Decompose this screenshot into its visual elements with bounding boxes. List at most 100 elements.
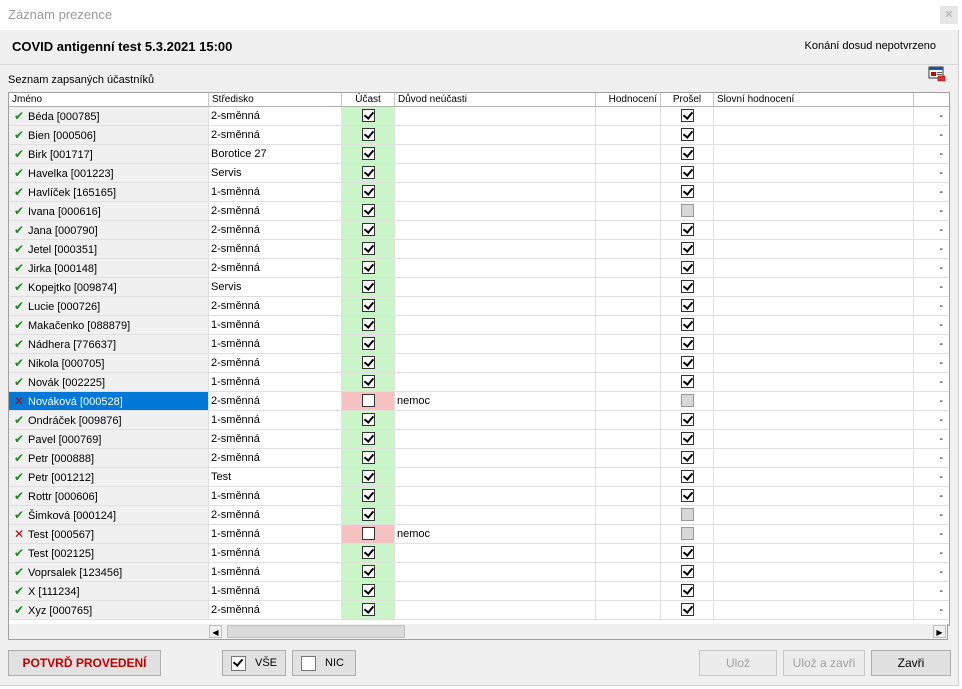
cell-name[interactable]: ✔ Test [002125] [9, 544, 209, 562]
cell-participation[interactable] [342, 525, 395, 543]
cell-verbal[interactable] [714, 468, 914, 486]
cell-participation[interactable] [342, 544, 395, 562]
close-icon[interactable]: ✕ [940, 6, 958, 24]
cell-reason[interactable]: nemoc [395, 525, 596, 543]
cell-rating[interactable] [596, 563, 661, 581]
cell-reason[interactable] [395, 506, 596, 524]
cell-passed[interactable] [661, 107, 714, 125]
cell-verbal[interactable] [714, 126, 914, 144]
select-none-button[interactable]: NIC [292, 650, 356, 676]
close-button[interactable]: Zavři [871, 650, 951, 676]
passed-checkbox[interactable] [681, 356, 694, 369]
cell-center[interactable]: 2-směnná [209, 392, 342, 410]
cell-name[interactable]: ✔ Pavel [000769] [9, 430, 209, 448]
cell-verbal[interactable] [714, 392, 914, 410]
cell-reason[interactable] [395, 240, 596, 258]
cell-reason[interactable] [395, 544, 596, 562]
table-row[interactable]: ✔ Lucie [000726] 2-směnná - [9, 297, 949, 316]
cell-center[interactable]: 2-směnná [209, 449, 342, 467]
passed-checkbox[interactable] [681, 109, 694, 122]
cell-rating[interactable] [596, 373, 661, 391]
cell-center[interactable]: Servis [209, 278, 342, 296]
cell-participation[interactable] [342, 411, 395, 429]
cell-participation[interactable] [342, 373, 395, 391]
cell-name[interactable]: ✔ Nádhera [776637] [9, 335, 209, 353]
participation-checkbox[interactable] [362, 356, 375, 369]
table-row[interactable]: ✔ Pavel [000769] 2-směnná - [9, 430, 949, 449]
cell-center[interactable]: 1-směnná [209, 373, 342, 391]
cell-participation[interactable] [342, 297, 395, 315]
cell-verbal[interactable] [714, 183, 914, 201]
cell-center[interactable]: 2-směnná [209, 297, 342, 315]
table-row[interactable]: ✔ Jetel [000351] 2-směnná - [9, 240, 949, 259]
cell-name[interactable]: ✔ Havelka [001223] [9, 164, 209, 182]
passed-checkbox[interactable] [681, 527, 694, 540]
passed-checkbox[interactable] [681, 166, 694, 179]
cell-participation[interactable] [342, 278, 395, 296]
cell-name[interactable]: ✔ Makačenko [088879] [9, 316, 209, 334]
passed-checkbox[interactable] [681, 204, 694, 217]
cell-participation[interactable] [342, 259, 395, 277]
table-row[interactable]: ✔ Havelka [001223] Servis - [9, 164, 949, 183]
cell-verbal[interactable] [714, 544, 914, 562]
participation-checkbox[interactable] [362, 375, 375, 388]
table-row[interactable]: ✔ Ondráček [009876] 1-směnná - [9, 411, 949, 430]
cell-name[interactable]: ✔ Ivana [000616] [9, 202, 209, 220]
cell-passed[interactable] [661, 506, 714, 524]
cell-name[interactable]: ✔ Nikola [000705] [9, 354, 209, 372]
cell-center[interactable]: Borotice 27 [209, 145, 342, 163]
cell-rating[interactable] [596, 316, 661, 334]
cell-participation[interactable] [342, 468, 395, 486]
passed-checkbox[interactable] [681, 394, 694, 407]
cell-participation[interactable] [342, 145, 395, 163]
cell-reason[interactable] [395, 563, 596, 581]
cell-center[interactable]: 2-směnná [209, 430, 342, 448]
table-row[interactable]: ✔ Jana [000790] 2-směnná - [9, 221, 949, 240]
cell-passed[interactable] [661, 126, 714, 144]
passed-checkbox[interactable] [681, 470, 694, 483]
cell-reason[interactable] [395, 145, 596, 163]
participation-checkbox[interactable] [362, 109, 375, 122]
cell-name[interactable]: ✔ X [111234] [9, 582, 209, 600]
cell-rating[interactable] [596, 183, 661, 201]
cell-verbal[interactable] [714, 259, 914, 277]
cell-name[interactable]: ✔ Voprsalek [123456] [9, 563, 209, 581]
passed-checkbox[interactable] [681, 508, 694, 521]
table-row[interactable]: ✔ Novák [002225] 1-směnná - [9, 373, 949, 392]
cell-participation[interactable] [342, 582, 395, 600]
cell-passed[interactable] [661, 164, 714, 182]
participation-checkbox[interactable] [362, 166, 375, 179]
table-row[interactable]: ✔ Ivana [000616] 2-směnná - [9, 202, 949, 221]
cell-name[interactable]: ✔ Novák [002225] [9, 373, 209, 391]
table-row[interactable]: ✔ X [111234] 1-směnná - [9, 582, 949, 601]
passed-checkbox[interactable] [681, 337, 694, 350]
participation-checkbox[interactable] [362, 394, 375, 407]
cell-center[interactable]: 2-směnná [209, 354, 342, 372]
participation-checkbox[interactable] [362, 603, 375, 616]
cell-reason[interactable] [395, 221, 596, 239]
passed-checkbox[interactable] [681, 413, 694, 426]
cell-passed[interactable] [661, 297, 714, 315]
cell-passed[interactable] [661, 392, 714, 410]
cell-verbal[interactable] [714, 145, 914, 163]
cell-verbal[interactable] [714, 525, 914, 543]
cell-passed[interactable] [661, 221, 714, 239]
cell-participation[interactable] [342, 240, 395, 258]
cell-center[interactable]: 2-směnná [209, 126, 342, 144]
cell-verbal[interactable] [714, 164, 914, 182]
table-row[interactable]: ✔ Šimková [000124] 2-směnná - [9, 506, 949, 525]
cell-name[interactable]: ✔ Jana [000790] [9, 221, 209, 239]
cell-reason[interactable] [395, 107, 596, 125]
cell-verbal[interactable] [714, 411, 914, 429]
cell-verbal[interactable] [714, 487, 914, 505]
table-row[interactable]: ✔ Rottr [000606] 1-směnná - [9, 487, 949, 506]
participation-checkbox[interactable] [362, 527, 375, 540]
cell-reason[interactable] [395, 126, 596, 144]
cell-passed[interactable] [661, 449, 714, 467]
passed-checkbox[interactable] [681, 565, 694, 578]
participation-checkbox[interactable] [362, 318, 375, 331]
cell-reason[interactable] [395, 601, 596, 619]
cell-verbal[interactable] [714, 316, 914, 334]
participation-checkbox[interactable] [362, 299, 375, 312]
cell-center[interactable]: 2-směnná [209, 601, 342, 619]
